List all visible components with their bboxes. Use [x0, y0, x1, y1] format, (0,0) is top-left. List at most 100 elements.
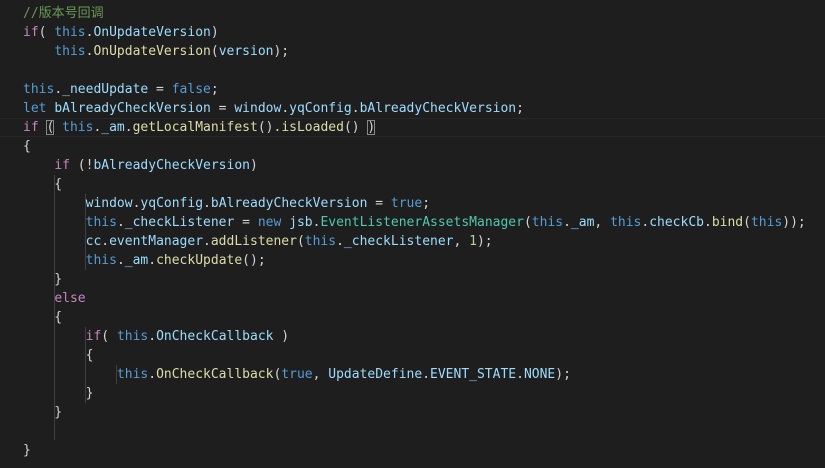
code-token: version: [218, 44, 274, 59]
code-token: this: [62, 120, 94, 135]
code-token: _checkListener: [343, 234, 454, 249]
code-token: }: [23, 386, 94, 401]
code-token: OnCheckCallback: [156, 329, 274, 344]
bracket-match: ): [367, 120, 376, 135]
code-token: ): [210, 25, 219, 40]
code-token: bind: [711, 215, 744, 230]
code-token: .: [148, 329, 157, 344]
code-token: yqConfig: [289, 101, 352, 116]
code-token: (: [523, 215, 532, 230]
code-token: (!: [69, 158, 94, 173]
code-line[interactable]: }: [23, 403, 806, 422]
code-token: UpdateDefine: [328, 367, 423, 382]
code-token: true: [281, 367, 313, 382]
code-token: this: [750, 215, 783, 230]
code-token: ;: [422, 196, 431, 211]
code-token: (: [743, 215, 751, 230]
code-token: =: [148, 82, 172, 97]
code-token: if: [23, 120, 39, 135]
code-line[interactable]: if( this.OnCheckCallback ): [23, 327, 806, 346]
code-token: _am: [570, 215, 595, 230]
code-line[interactable]: {: [23, 346, 806, 365]
code-token: bAlreadyCheckVersion: [359, 101, 517, 116]
code-line[interactable]: this.OnUpdateVersion(version);: [23, 42, 806, 61]
code-token: this: [304, 234, 337, 249]
code-line[interactable]: let bAlreadyCheckVersion = window.yqConf…: [23, 99, 806, 118]
code-token: jsb: [289, 215, 313, 230]
code-token: .: [336, 234, 344, 249]
code-token: }: [23, 443, 31, 458]
code-token: OnCheckCallback: [156, 367, 274, 382]
code-line[interactable]: this._needUpdate = false;: [23, 80, 806, 99]
code-token: EventListenerAssetsManager: [320, 215, 524, 230]
code-token: (: [210, 44, 219, 59]
code-line[interactable]: if( this.OnUpdateVersion): [23, 23, 806, 42]
code-token: bAlreadyCheckVersion: [93, 158, 250, 173]
code-line[interactable]: if ( this._am.getLocalManifest().isLoade…: [0, 118, 825, 137]
code-line[interactable]: cc.eventManager.addListener(this._checkL…: [23, 232, 806, 251]
code-token: new: [257, 215, 282, 230]
code-token: _needUpdate: [62, 82, 149, 97]
code-line[interactable]: this._am.checkUpdate();: [23, 251, 806, 270]
code-line[interactable]: {: [23, 137, 806, 156]
code-line[interactable]: {: [23, 175, 806, 194]
code-token: .: [203, 234, 211, 249]
code-token: NONE: [523, 367, 556, 382]
code-token: _checkListener: [124, 215, 235, 230]
code-token: .: [116, 253, 125, 268]
code-token: getLocalManifest: [132, 120, 258, 135]
code-token: .: [116, 215, 125, 230]
code-token: OnUpdateVersion: [93, 44, 211, 59]
code-token: else: [54, 291, 86, 306]
code-line[interactable]: }: [23, 384, 806, 403]
code-line[interactable]: this.OnCheckCallback(true, UpdateDefine.…: [23, 365, 806, 384]
code-token: false: [171, 82, 211, 97]
code-token: window: [234, 101, 282, 116]
code-line[interactable]: }: [23, 441, 806, 460]
code-line[interactable]: else: [23, 289, 806, 308]
code-line[interactable]: window.yqConfig.bAlreadyCheckVersion = t…: [23, 194, 806, 213]
code-line[interactable]: [23, 61, 806, 80]
code-line[interactable]: }: [23, 270, 806, 289]
code-token: bAlreadyCheckVersion: [54, 101, 211, 116]
code-token: =: [210, 101, 235, 116]
code-line[interactable]: [23, 422, 806, 441]
code-line[interactable]: if (!bAlreadyCheckVersion): [23, 156, 806, 175]
code-token: ): [273, 329, 290, 344]
code-token: .: [516, 367, 524, 382]
code-token: {: [23, 139, 31, 154]
code-token: .: [203, 196, 211, 211]
code-line[interactable]: this._checkListener = new jsb.EventListe…: [23, 213, 806, 232]
code-token: OnUpdateVersion: [93, 25, 211, 40]
code-token: isLoaded: [281, 120, 344, 135]
code-token: .: [101, 234, 110, 249]
code-lines[interactable]: //版本号回调 if( this.OnUpdateVersion) this.On…: [0, 4, 825, 460]
code-token: this: [54, 44, 86, 59]
code-token: this: [531, 215, 564, 230]
code-token: .: [704, 215, 712, 230]
code-line[interactable]: //版本号回调: [23, 4, 806, 23]
code-token: window: [85, 196, 133, 211]
code-token: =: [234, 215, 258, 230]
code-editor[interactable]: //版本号回调 if( this.OnUpdateVersion) this.On…: [0, 0, 825, 468]
code-token: if: [23, 25, 39, 40]
code-token: {: [23, 310, 63, 325]
code-token: eventManager: [109, 234, 204, 249]
code-token: ;: [516, 101, 524, 116]
code-token: (: [101, 329, 117, 344]
code-token: =: [367, 196, 391, 211]
code-token: ;: [210, 82, 219, 97]
code-line[interactable]: {: [23, 308, 806, 327]
code-token: checkUpdate: [156, 253, 243, 268]
code-token: this: [85, 215, 117, 230]
code-token: cc: [85, 234, 102, 249]
